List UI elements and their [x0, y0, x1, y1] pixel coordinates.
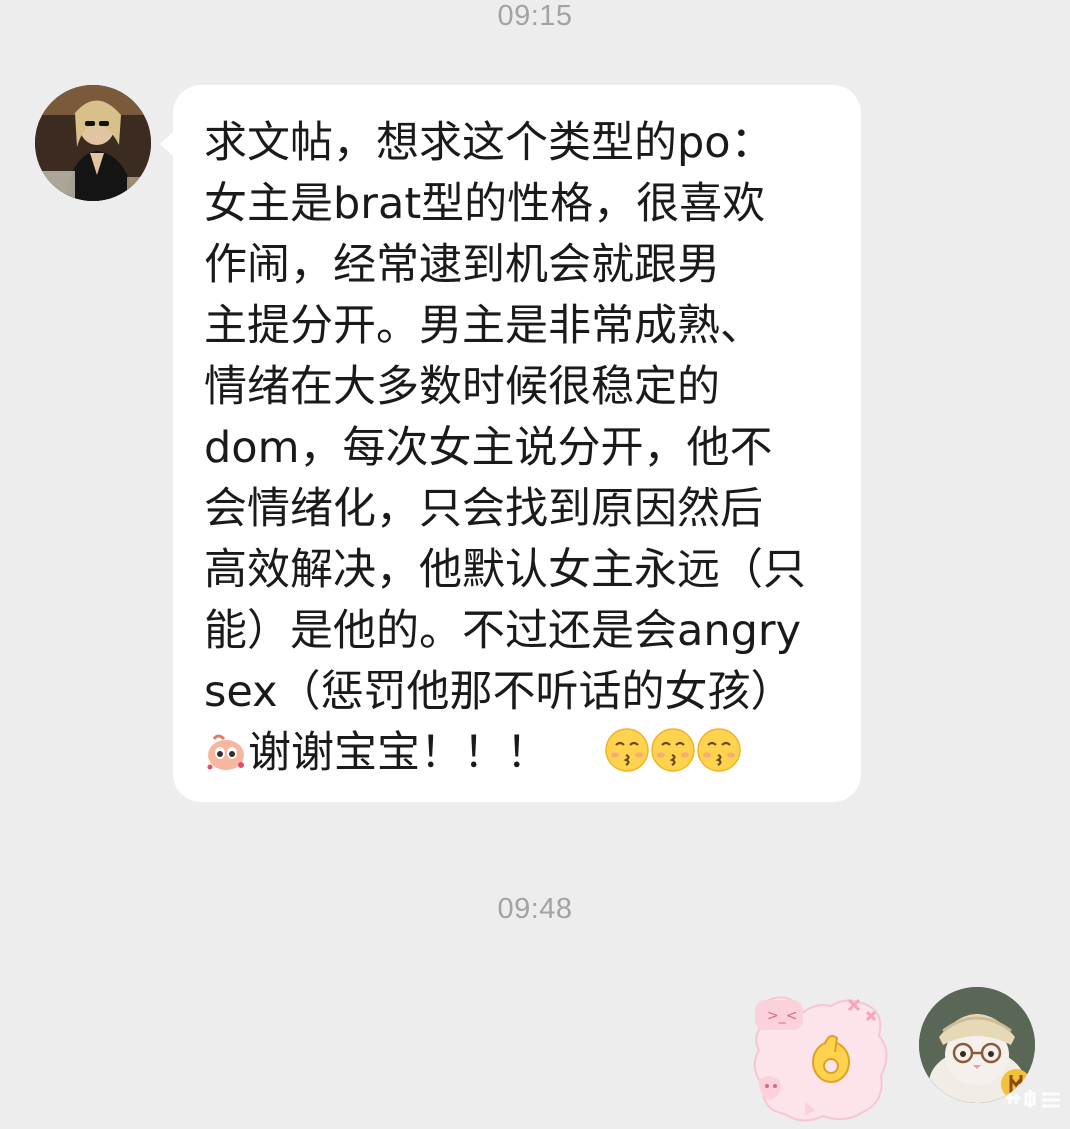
- sender-avatar[interactable]: [35, 85, 151, 201]
- kissing-face-emoji: [604, 727, 650, 790]
- kissing-face-emoji: [650, 727, 696, 790]
- sender-avatar-image: [35, 85, 151, 201]
- ok-hand-sticker[interactable]: >_<: [745, 992, 895, 1125]
- incoming-message-text[interactable]: 求文帖，想求这个类型的po： 女主是brat型的性格，很喜欢 作闹，经常逮到机会…: [204, 113, 844, 784]
- kissing-face-emoji: [696, 727, 742, 790]
- timestamp: 09:15: [497, 0, 573, 32]
- timestamp: 09:48: [497, 893, 573, 925]
- watermark-logo: [1000, 1060, 1066, 1110]
- message-line: dom，每次女主说分开，他不: [204, 423, 773, 473]
- message-line: 求文帖，想求这个类型的po：: [204, 118, 774, 168]
- sticker-emoji-icon: [204, 729, 248, 790]
- thanks-text: 谢谢宝宝！！！: [248, 728, 549, 778]
- message-line: 高效解决，他默认女主永远（只: [204, 545, 806, 595]
- message-line: 主提分开。男主是非常成熟、: [204, 301, 763, 351]
- message-line: 作闹，经常逮到机会就跟男: [204, 240, 720, 290]
- message-line: 能）是他的。不过还是会angry: [204, 606, 802, 656]
- svg-text:>_<: >_<: [767, 1008, 797, 1024]
- message-line: 会情绪化，只会找到原因然后: [204, 484, 763, 534]
- message-last-line: 谢谢宝宝！！！: [204, 723, 844, 784]
- message-line: 女主是brat型的性格，很喜欢: [204, 179, 766, 229]
- message-line: sex（惩罚他那不听话的女孩）: [204, 667, 794, 717]
- message-line: 情绪在大多数时候很稳定的: [204, 362, 720, 412]
